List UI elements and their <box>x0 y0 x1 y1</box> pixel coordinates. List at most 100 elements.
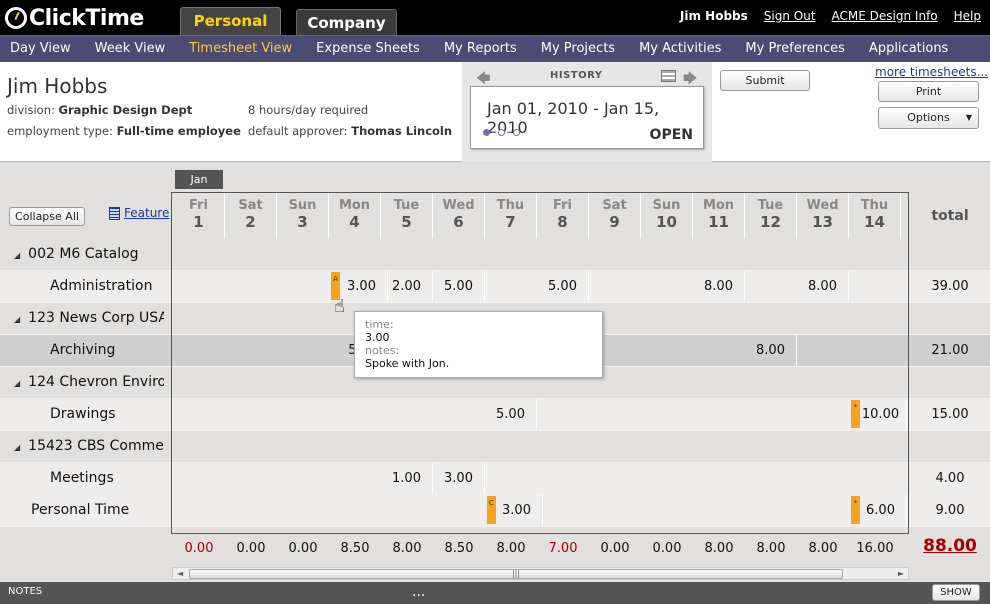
nav-day-view[interactable]: Day View <box>10 36 71 62</box>
division-value: Graphic Design Dept <box>58 103 193 117</box>
period-box[interactable]: Jan 01, 2010 - Jan 15, 2010 OPEN <box>470 86 704 149</box>
day-header: Wed 6 <box>433 193 485 239</box>
tooltip-time-value: 3.00 <box>365 331 390 344</box>
time-cell[interactable]: 5.00 <box>537 271 589 302</box>
row-total: 21.00 <box>931 343 969 358</box>
top-bar: ClickTime Personal Company Jim Hobbs Sig… <box>0 0 990 35</box>
time-cell[interactable]: 3.00 <box>433 463 485 494</box>
day-header: Tue 5 <box>381 193 433 239</box>
day-total: 0.00 <box>236 541 266 556</box>
project-label: 002 M6 Catalog <box>14 239 164 271</box>
submit-button[interactable]: Submit <box>720 70 810 91</box>
day-total: 8.00 <box>704 541 734 556</box>
day-header: Sun 3 <box>277 193 329 239</box>
time-cell[interactable]: 8.00 <box>693 271 745 302</box>
calendar-icon[interactable] <box>661 70 676 82</box>
row-total: 4.00 <box>935 471 965 486</box>
tooltip-notes-label: notes: <box>365 344 400 357</box>
time-cell[interactable]: 6.00 <box>855 495 907 526</box>
tab-company[interactable]: Company <box>296 9 397 35</box>
day-header: Mon 4 <box>329 193 381 239</box>
task-row: Drawings 5.00 * 10.00 15.00 <box>0 399 990 431</box>
history-title: HISTORY <box>550 70 603 81</box>
time-cell[interactable]: 5.00 <box>433 271 485 302</box>
nav-my-activities[interactable]: My Activities <box>639 36 721 62</box>
day-header: Fri 8 <box>537 193 589 239</box>
month-tab: Jan <box>175 170 223 189</box>
task-row: Administration A 3.00 2.00 5.00 5.00 8.0… <box>0 271 990 303</box>
help-link[interactable]: Help <box>954 9 981 23</box>
task-label: Archiving <box>50 342 116 358</box>
nav-expense-sheets[interactable]: Expense Sheets <box>316 36 420 62</box>
approver-value: Thomas Lincoln <box>351 124 453 138</box>
options-button[interactable]: Options ▼ <box>878 107 979 129</box>
time-cell[interactable]: 8.00 <box>797 271 849 302</box>
employment-type-label: employment type: <box>7 124 113 138</box>
nav-my-reports[interactable]: My Reports <box>444 36 517 62</box>
time-cell[interactable]: 2.00 <box>381 271 433 302</box>
company-info-link[interactable]: ACME Design Info <box>832 9 938 23</box>
period-progress-icon <box>483 129 522 136</box>
task-label: Drawings <box>50 406 116 422</box>
day-total: 16.00 <box>856 541 894 556</box>
day-total: 8.00 <box>808 541 838 556</box>
day-header: Mon 11 <box>693 193 745 239</box>
main-nav: Day View Week View Timesheet View Expens… <box>0 35 990 62</box>
scroll-right-icon[interactable]: ► <box>898 568 904 579</box>
time-cell[interactable]: 3.00 <box>491 495 543 526</box>
clicktime-logo[interactable]: ClickTime <box>5 4 144 32</box>
row-total: 9.00 <box>935 503 965 518</box>
sign-out-link[interactable]: Sign Out <box>764 9 816 23</box>
day-totals-row: 0.00 0.00 0.00 8.50 8.00 8.50 8.00 7.00 … <box>0 534 990 564</box>
day-total: 8.50 <box>444 541 474 556</box>
task-row: Personal Time C 3.00 * 6.00 9.00 <box>0 495 990 527</box>
day-header: Sat 9 <box>589 193 641 239</box>
division-label: division: <box>7 103 55 117</box>
horizontal-scrollbar[interactable]: ◄ ||| ► <box>172 567 909 580</box>
day-header: Thu 7 <box>485 193 537 239</box>
day-header: Thu 14 <box>849 193 901 239</box>
collapse-all-button[interactable]: Collapse All <box>9 207 85 226</box>
nav-my-preferences[interactable]: My Preferences <box>745 36 845 62</box>
nav-applications[interactable]: Applications <box>869 36 948 62</box>
top-links: Jim Hobbs Sign Out ACME Design Info Help <box>680 9 981 23</box>
time-cell[interactable]: 5.00 <box>485 399 537 430</box>
project-row[interactable]: 15423 CBS Commerc <box>0 431 990 463</box>
notes-expand-handle[interactable]: ... <box>412 584 425 600</box>
grand-total[interactable]: 88.00 <box>910 536 990 556</box>
nav-timesheet-view[interactable]: Timesheet View <box>189 36 292 62</box>
period-status: OPEN <box>649 127 693 143</box>
current-user-name: Jim Hobbs <box>679 9 748 23</box>
time-cell[interactable]: 10.00 <box>855 399 907 430</box>
division-info: division: Graphic Design Dept <box>7 103 192 117</box>
hours-required: 8 hours/day required <box>248 103 369 117</box>
clock-icon <box>5 7 27 29</box>
nav-week-view[interactable]: Week View <box>95 36 166 62</box>
scroll-left-icon[interactable]: ◄ <box>177 568 183 579</box>
more-timesheets-link[interactable]: more timesheets... <box>875 65 988 79</box>
approver-label: default approver: <box>248 124 348 138</box>
project-row[interactable]: 002 M6 Catalog <box>0 239 990 271</box>
day-total: 7.00 <box>548 541 578 556</box>
tooltip-notes-value: Spoke with Jon. <box>365 357 450 370</box>
options-label: Options <box>907 111 950 124</box>
feature-link[interactable]: Feature <box>109 206 169 220</box>
project-label: 15423 CBS Commerc <box>14 431 164 463</box>
employee-name: Jim Hobbs <box>7 74 108 98</box>
show-notes-button[interactable]: SHOW <box>932 584 980 601</box>
feature-link-label: Feature <box>124 206 170 220</box>
time-cell[interactable]: 8.00 <box>745 335 797 366</box>
notes-label: NOTES <box>8 586 43 597</box>
tooltip-time-label: time: <box>365 318 394 331</box>
print-button[interactable]: Print <box>878 81 979 102</box>
tab-personal[interactable]: Personal <box>180 7 281 35</box>
nav-my-projects[interactable]: My Projects <box>541 36 615 62</box>
project-label: 123 News Corp USA <box>14 303 164 335</box>
day-total: 8.00 <box>496 541 526 556</box>
day-total: 0.00 <box>652 541 682 556</box>
task-row: Meetings 1.00 3.00 4.00 <box>0 463 990 495</box>
task-label: Personal Time <box>31 502 130 518</box>
time-cell[interactable]: 1.00 <box>381 463 433 494</box>
scrollbar-thumb[interactable]: ||| <box>189 569 843 579</box>
day-total: 0.00 <box>288 541 318 556</box>
